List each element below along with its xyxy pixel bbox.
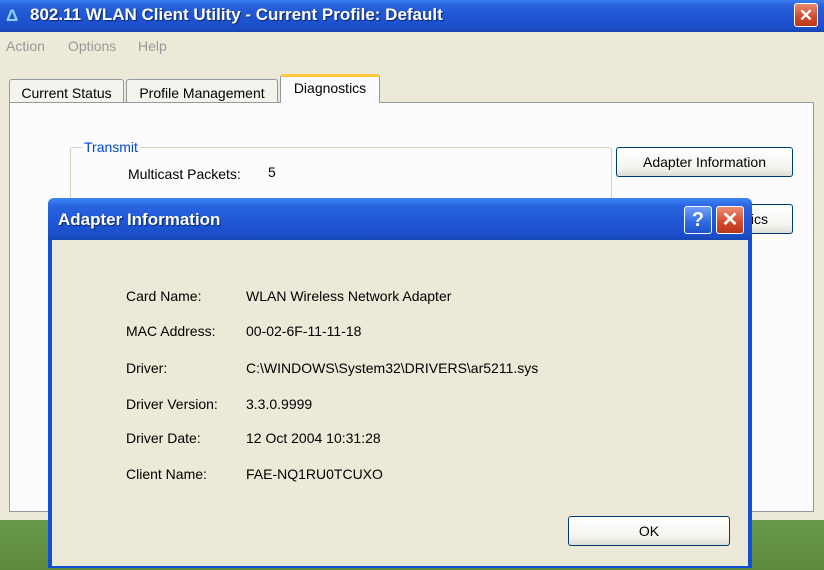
title-bar[interactable]: Δ 802.11 WLAN Client Utility - Current P… bbox=[0, 0, 824, 32]
mac-address-label: MAC Address: bbox=[126, 323, 216, 339]
wireless-a-icon: Δ bbox=[6, 6, 19, 25]
dialog-title: Adapter Information bbox=[58, 210, 221, 229]
client-name-value: FAE-NQ1RU0TCUXO bbox=[246, 466, 383, 482]
card-name-value: WLAN Wireless Network Adapter bbox=[246, 288, 452, 304]
driver-date-value: 12 Oct 2004 10:31:28 bbox=[246, 430, 381, 446]
transmit-group-label: Transmit bbox=[82, 139, 140, 155]
multicast-packets-value: 5 bbox=[268, 164, 276, 180]
multicast-packets-label: Multicast Packets: bbox=[128, 166, 241, 182]
adapter-information-dialog: Adapter Information ? ✕ Card Name: WLAN … bbox=[48, 198, 752, 568]
driver-version-value: 3.3.0.9999 bbox=[246, 396, 313, 412]
menu-help[interactable]: Help bbox=[138, 38, 167, 54]
tab-profile-management[interactable]: Profile Management bbox=[126, 79, 278, 103]
driver-value: C:\WINDOWS\System32\DRIVERS\ar5211.sys bbox=[246, 360, 539, 376]
card-name-label: Card Name: bbox=[126, 288, 202, 304]
menu-action[interactable]: Action bbox=[6, 38, 45, 54]
mac-address-value: 00-02-6F-11-11-18 bbox=[246, 323, 362, 339]
driver-version-label: Driver Version: bbox=[126, 396, 218, 412]
dialog-title-bar[interactable]: Adapter Information ? ✕ bbox=[48, 198, 752, 240]
driver-date-label: Driver Date: bbox=[126, 430, 201, 446]
ok-button[interactable]: OK bbox=[568, 516, 730, 546]
tab-current-status[interactable]: Current Status bbox=[9, 79, 124, 103]
help-button[interactable]: ? bbox=[684, 206, 712, 234]
dialog-body: Card Name: WLAN Wireless Network Adapter… bbox=[52, 240, 748, 566]
adapter-information-button[interactable]: Adapter Information bbox=[616, 147, 793, 177]
driver-label: Driver: bbox=[126, 360, 168, 376]
menu-options[interactable]: Options bbox=[68, 38, 116, 54]
tab-diagnostics[interactable]: Diagnostics bbox=[280, 74, 380, 103]
client-name-label: Client Name: bbox=[126, 466, 207, 482]
dialog-close-button[interactable]: ✕ bbox=[716, 206, 744, 234]
window-title: 802.11 WLAN Client Utility - Current Pro… bbox=[30, 5, 443, 24]
window-close-button[interactable]: ✕ bbox=[794, 3, 818, 27]
